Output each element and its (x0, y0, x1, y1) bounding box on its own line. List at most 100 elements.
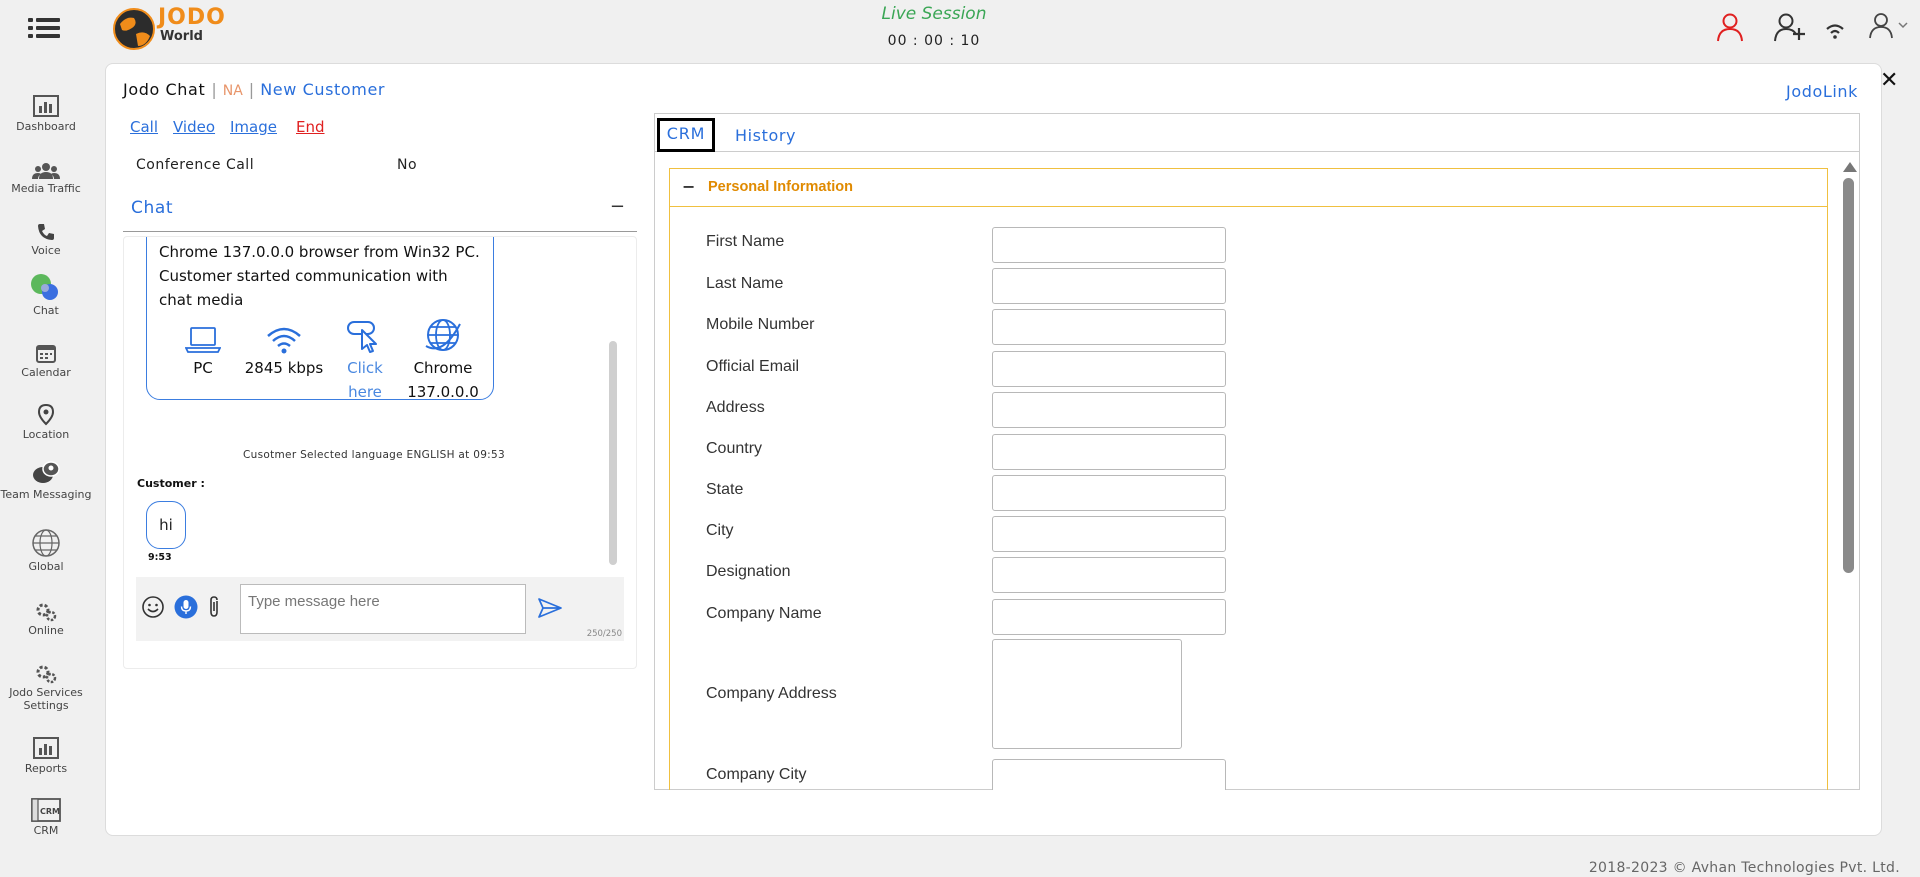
sidebar-item-label: Jodo Services Settings (9, 686, 83, 712)
city-label: City (706, 522, 734, 539)
signal-icon[interactable] (1824, 18, 1846, 40)
close-icon[interactable]: ✕ (1880, 70, 1898, 92)
location-pin-icon (0, 396, 92, 426)
message-input[interactable] (240, 584, 526, 634)
live-session-label: Live Session (881, 4, 987, 24)
designation-field[interactable] (992, 557, 1226, 593)
section-header[interactable]: − Personal Information (670, 169, 1827, 207)
mobile-number-field[interactable] (992, 309, 1226, 345)
top-bar: JODO World Live Session 00 : 00 : 10 (0, 0, 1920, 60)
sidebar-item-calendar[interactable]: Calendar (0, 334, 92, 379)
company-address-label: Company Address (706, 685, 837, 702)
company-city-label: Company City (706, 766, 807, 783)
sidebar-item-team-messaging[interactable]: Team Messaging (0, 456, 92, 501)
browser-stat: Chrome 137.0.0.0 (403, 316, 483, 404)
sidebar-item-media-traffic[interactable]: Media Traffic (0, 150, 92, 195)
bandwidth-stat: 2845 kbps (239, 316, 329, 380)
status-badge: NA (222, 83, 243, 99)
last-name-field[interactable] (992, 268, 1226, 304)
first-name-label: First Name (706, 233, 785, 250)
sidebar-item-global[interactable]: Global (0, 528, 92, 573)
last-name-label: Last Name (706, 275, 784, 292)
message-composer: 250/250 (136, 577, 624, 641)
character-count: 250/250 (586, 629, 622, 639)
first-name-field[interactable] (992, 227, 1226, 263)
sidebar-item-label: Media Traffic (11, 182, 81, 195)
official-email-field[interactable] (992, 351, 1226, 387)
image-link[interactable]: Image (230, 118, 277, 136)
country-field[interactable] (992, 434, 1226, 470)
sidebar-item-label: Voice (31, 244, 61, 257)
footer-copyright: 2018-2023 © Avhan Technologies Pvt. Ltd. (1588, 860, 1900, 876)
team-chat-icon (0, 456, 92, 486)
globe-network-icon (403, 316, 483, 354)
browser-line: 137.0.0.0 (407, 383, 479, 401)
crm-form-area: − Personal Information First Name Last N… (669, 168, 1828, 790)
click-here-line: here (348, 383, 382, 401)
jodolink-link[interactable]: JodoLink (1786, 82, 1858, 101)
click-here-link[interactable]: Click here (335, 316, 395, 404)
chat-panel: Chrome 137.0.0.0 browser from Win32 PC. … (123, 236, 637, 669)
system-message-line: Customer started communication with chat… (159, 267, 448, 309)
chat-title-row: Jodo Chat | NA | New Customer (123, 80, 385, 99)
video-link[interactable]: Video (173, 118, 215, 136)
company-address-field[interactable] (992, 639, 1182, 749)
people-icon (0, 150, 92, 180)
chat-scrollbar[interactable] (609, 341, 617, 565)
crm-scrollbar[interactable] (1840, 156, 1857, 788)
end-link[interactable]: End (296, 118, 325, 136)
chat-heading: Chat (131, 198, 174, 218)
sidebar-item-label: Global (28, 560, 64, 573)
device-value: PC (193, 359, 213, 377)
state-field[interactable] (992, 475, 1226, 511)
sidebar-item-dashboard[interactable]: Dashboard (0, 88, 92, 133)
emoji-icon[interactable] (141, 595, 165, 619)
minimize-chat-button[interactable]: − (610, 196, 625, 217)
agent-alert-icon[interactable] (1716, 12, 1744, 42)
company-name-field[interactable] (992, 599, 1226, 635)
tab-history[interactable]: History (735, 126, 796, 145)
sidebar-item-label: Online (28, 624, 64, 637)
sidebar-item-label: Dashboard (16, 120, 76, 133)
customer-message-bubble: hi (146, 501, 186, 549)
attachment-icon[interactable] (206, 595, 222, 619)
sidebar-item-crm[interactable]: CRM CRM (0, 792, 92, 837)
sidebar: Dashboard Media Traffic Voice Chat Calen… (0, 80, 92, 840)
city-field[interactable] (992, 516, 1226, 552)
sidebar-item-jodo-services-settings[interactable]: Jodo Services Settings (0, 654, 92, 712)
sidebar-item-label: Calendar (21, 366, 71, 379)
scroll-up-arrow-icon[interactable] (1843, 162, 1857, 172)
click-here-line: Click (347, 359, 383, 377)
collapse-icon[interactable]: − (682, 177, 695, 196)
chat-icon (0, 272, 92, 302)
address-label: Address (706, 399, 765, 416)
user-profile-icon[interactable] (1868, 12, 1910, 40)
laptop-icon (173, 316, 233, 354)
sidebar-item-online[interactable]: Online (0, 592, 92, 637)
wifi-icon (239, 316, 329, 354)
address-field[interactable] (992, 392, 1226, 428)
tab-crm[interactable]: CRM (657, 118, 715, 152)
state-label: State (706, 481, 744, 498)
country-label: Country (706, 440, 763, 457)
sidebar-item-reports[interactable]: Reports (0, 730, 92, 775)
system-message-line: Chrome 137.0.0.0 browser from Win32 PC. (159, 243, 480, 261)
crm-icon: CRM (0, 792, 92, 822)
tab-divider (655, 151, 1859, 152)
call-link[interactable]: Call (130, 118, 158, 136)
company-name-label: Company Name (706, 605, 822, 622)
customer-message-time: 9:53 (148, 552, 172, 563)
scrollbar-thumb[interactable] (1843, 178, 1854, 573)
settings-gears-icon (0, 654, 92, 684)
sidebar-item-chat[interactable]: Chat (0, 272, 92, 317)
sidebar-item-location[interactable]: Location (0, 396, 92, 441)
microphone-icon[interactable] (174, 595, 198, 619)
sidebar-item-voice[interactable]: Voice (0, 212, 92, 257)
designation-label: Designation (706, 563, 791, 580)
add-user-icon[interactable] (1774, 12, 1806, 42)
send-icon[interactable] (537, 596, 563, 620)
sidebar-item-label: Chat (33, 304, 59, 317)
sidebar-item-label: CRM (33, 824, 59, 837)
personal-information-section: − Personal Information First Name Last N… (669, 168, 1828, 790)
company-city-field[interactable] (992, 759, 1226, 790)
